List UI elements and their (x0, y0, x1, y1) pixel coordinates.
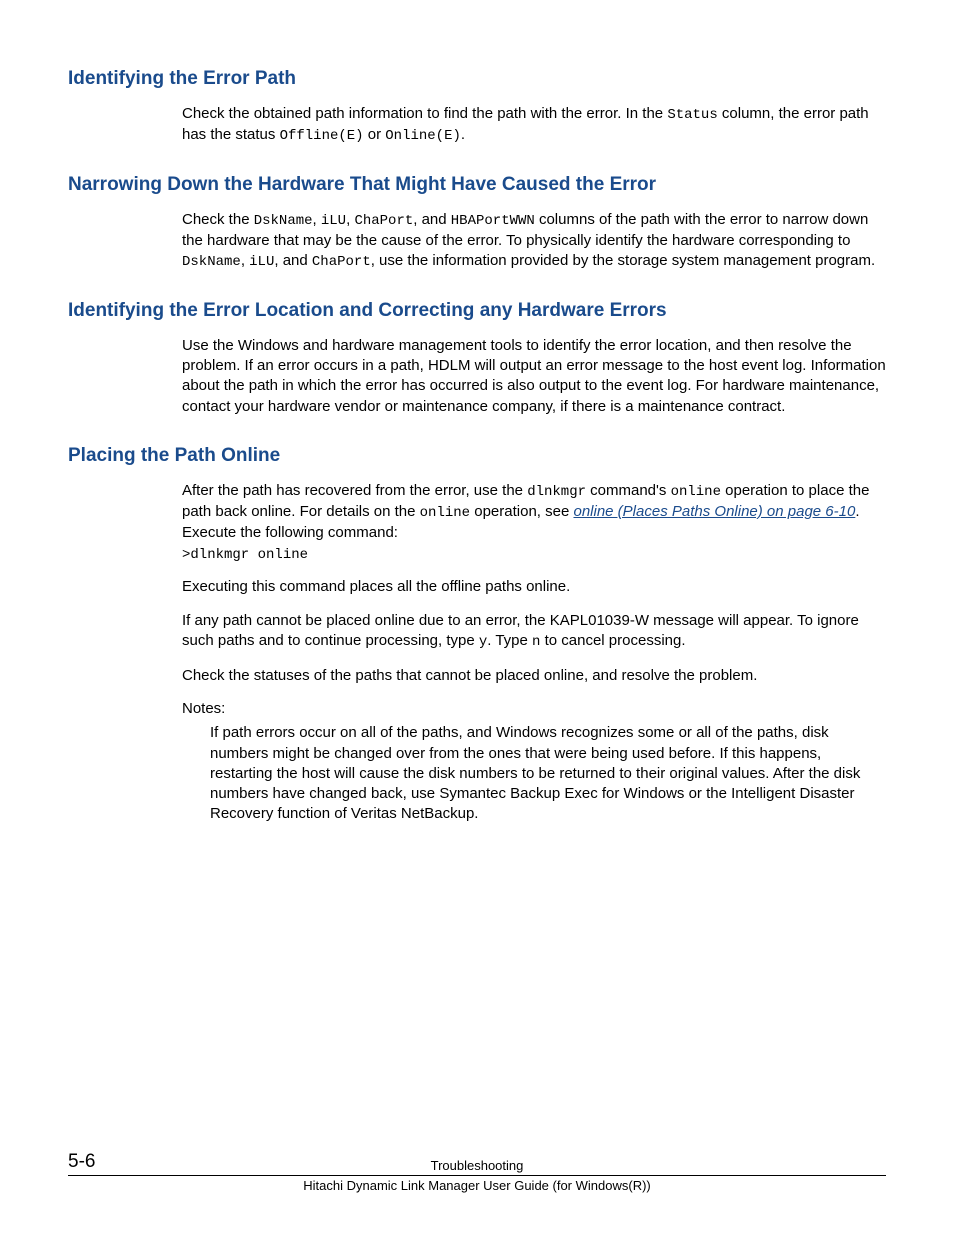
code: online (671, 484, 721, 500)
code: Status (667, 107, 717, 123)
text: command's (586, 482, 671, 499)
paragraph: If any path cannot be placed online due … (182, 611, 886, 652)
text: , and (274, 252, 312, 269)
page-footer: 5-6 Troubleshooting Hitachi Dynamic Link… (68, 1152, 886, 1193)
text: Check the (182, 211, 254, 228)
heading-narrowing-down-hardware: Narrowing Down the Hardware That Might H… (68, 174, 886, 196)
note-paragraph: If path errors occur on all of the paths… (210, 723, 886, 824)
code: HBAPortWWN (451, 213, 535, 229)
section-identifying-error-location: Identifying the Error Location and Corre… (68, 300, 886, 417)
command-line: >dlnkmgr online (182, 547, 886, 563)
paragraph: After the path has recovered from the er… (182, 481, 886, 543)
text: , use the information provided by the st… (371, 252, 875, 269)
notes-label: Notes: (182, 700, 886, 717)
text: operation, see (470, 503, 573, 520)
text: or (364, 126, 386, 143)
code: iLU (321, 213, 346, 229)
cross-reference-link[interactable]: online (Places Paths Online) on page 6-1… (573, 503, 855, 520)
section-identifying-error-path: Identifying the Error Path Check the obt… (68, 68, 886, 146)
code: DskName (182, 254, 241, 270)
heading-placing-path-online: Placing the Path Online (68, 445, 886, 467)
text: , (241, 252, 249, 269)
footer-chapter-title: Troubleshooting (68, 1158, 886, 1173)
code: iLU (249, 254, 274, 270)
text: . Type (487, 632, 532, 649)
paragraph: Check the DskName, iLU, ChaPort, and HBA… (182, 210, 886, 272)
footer-top: 5-6 Troubleshooting (68, 1152, 886, 1176)
code: DskName (254, 213, 313, 229)
code: y (479, 634, 487, 650)
code: Offline(E) (280, 128, 364, 144)
text: After the path has recovered from the er… (182, 482, 527, 499)
section-narrowing-down-hardware: Narrowing Down the Hardware That Might H… (68, 174, 886, 272)
paragraph: Check the statuses of the paths that can… (182, 666, 886, 686)
text: , (313, 211, 321, 228)
section-placing-path-online: Placing the Path Online After the path h… (68, 445, 886, 825)
footer-document-title: Hitachi Dynamic Link Manager User Guide … (68, 1178, 886, 1193)
paragraph: Use the Windows and hardware management … (182, 336, 886, 417)
heading-identifying-error-path: Identifying the Error Path (68, 68, 886, 90)
code: ChaPort (312, 254, 371, 270)
text: . (461, 126, 465, 143)
heading-identifying-error-location: Identifying the Error Location and Corre… (68, 300, 886, 322)
text: Check the obtained path information to f… (182, 105, 667, 122)
code: Online(E) (385, 128, 461, 144)
code: dlnkmgr (527, 484, 586, 500)
code: ChaPort (354, 213, 413, 229)
text: to cancel processing. (540, 632, 685, 649)
code: online (420, 505, 470, 521)
paragraph: Check the obtained path information to f… (182, 104, 886, 146)
text: , and (413, 211, 451, 228)
paragraph: Executing this command places all the of… (182, 577, 886, 597)
